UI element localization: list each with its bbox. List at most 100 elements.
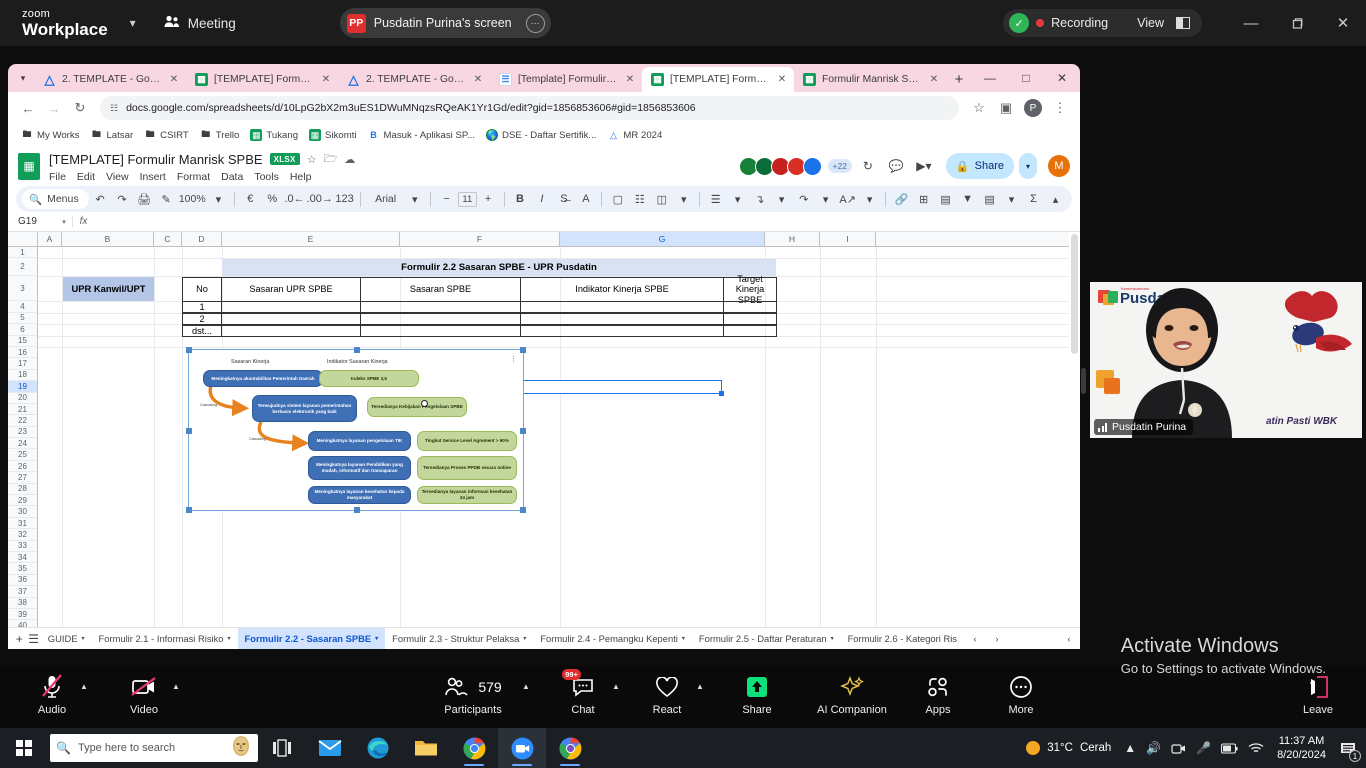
- react-options-caret[interactable]: ▲: [696, 682, 704, 691]
- bookmark-item[interactable]: ▦ Sikomti: [304, 126, 361, 145]
- row-header[interactable]: 35: [8, 563, 37, 575]
- file-explorer-icon[interactable]: [402, 728, 450, 768]
- table-cell-sasaran-upr[interactable]: [221, 325, 361, 337]
- search-menus-button[interactable]: 🔍 Menus: [22, 189, 89, 209]
- mail-icon[interactable]: [306, 728, 354, 768]
- video-control[interactable]: Video: [108, 672, 180, 716]
- chevron-down-icon[interactable]: ▾: [682, 635, 685, 642]
- row-header[interactable]: 3: [8, 276, 37, 302]
- battery-icon[interactable]: [1216, 728, 1243, 768]
- move-folder-icon[interactable]: 🗁: [324, 150, 338, 169]
- increase-font-size-button[interactable]: +: [478, 188, 499, 210]
- apps-control[interactable]: Apps: [902, 672, 974, 716]
- fill-color-icon[interactable]: ▢: [607, 188, 628, 210]
- bookmark-star-icon[interactable]: ☆: [967, 96, 991, 120]
- browser-tab-3[interactable]: △ 2. TEMPLATE - Google Drive ✕: [338, 67, 490, 92]
- column-header-F[interactable]: F: [400, 232, 560, 246]
- row-header[interactable]: 24: [8, 438, 37, 450]
- table-cell-indikator[interactable]: [520, 325, 724, 337]
- close-icon[interactable]: ✕: [320, 74, 332, 85]
- sheet-tab-formulir-2-4[interactable]: Formulir 2.4 - Pemangku Kepenti ▾: [533, 628, 692, 650]
- column-header-C[interactable]: C: [154, 232, 182, 246]
- chrome-menu-icon[interactable]: ⋮: [1048, 96, 1072, 120]
- table-header-no[interactable]: No: [182, 277, 222, 302]
- select-all-corner[interactable]: [8, 232, 38, 246]
- document-title[interactable]: [TEMPLATE] Formulir Manrisk SPBE: [49, 152, 263, 167]
- row-header[interactable]: 34: [8, 552, 37, 564]
- sheet-tab-formulir-2-3[interactable]: Formulir 2.3 - Struktur Pelaksa ▾: [385, 628, 533, 650]
- table-cell-sasaran-spbe[interactable]: [360, 313, 521, 325]
- reload-button[interactable]: ↻: [68, 96, 92, 120]
- menu-format[interactable]: Format: [177, 171, 210, 183]
- side-panel-drag-handle[interactable]: [1081, 368, 1086, 394]
- zoom-caret-icon[interactable]: ▾: [208, 188, 229, 210]
- table-cell-sasaran-spbe[interactable]: [360, 325, 521, 337]
- taskbar-clock[interactable]: 11:37 AM 8/20/2024: [1269, 734, 1334, 763]
- table-header-sasaran-upr[interactable]: Sasaran UPR SPBE: [221, 277, 361, 302]
- decrease-font-size-button[interactable]: −: [436, 188, 457, 210]
- menu-help[interactable]: Help: [290, 171, 312, 183]
- ai-companion-control[interactable]: AI Companion: [816, 672, 888, 716]
- meeting-tab[interactable]: Meeting: [164, 15, 236, 31]
- leave-control[interactable]: Leave: [1282, 672, 1354, 716]
- text-wrap-icon[interactable]: ↷: [793, 188, 814, 210]
- cortana-icon[interactable]: [230, 735, 252, 762]
- number-format-icon[interactable]: 123: [334, 188, 355, 210]
- insert-link-icon[interactable]: 🔗: [891, 188, 912, 210]
- weather-widget[interactable]: 31°C Cerah: [1018, 741, 1119, 755]
- row-header[interactable]: 39: [8, 609, 37, 621]
- react-control[interactable]: React: [631, 672, 703, 716]
- chevron-down-icon[interactable]: ▾: [130, 16, 136, 30]
- menu-insert[interactable]: Insert: [140, 171, 166, 183]
- table-cell-sasaran-spbe[interactable]: [360, 301, 521, 313]
- table-cell-sasaran-upr[interactable]: [221, 313, 361, 325]
- close-icon[interactable]: ✕: [928, 74, 940, 85]
- column-header-H[interactable]: H: [765, 232, 820, 246]
- comments-icon[interactable]: 💬: [884, 154, 908, 178]
- form-title-cell[interactable]: Formulir 2.2 Sasaran SPBE - UPR Pusdatin: [222, 259, 776, 276]
- increase-decimal-icon[interactable]: .00→: [306, 188, 333, 210]
- collaborator-avatars[interactable]: [738, 156, 822, 176]
- fill-handle[interactable]: [719, 391, 724, 396]
- browser-tab-1[interactable]: △ 2. TEMPLATE - Google Drive ✕: [34, 67, 186, 92]
- share-screen-control[interactable]: Share: [721, 672, 793, 716]
- video-options-caret[interactable]: ▲: [172, 682, 180, 691]
- table-header-sasaran-spbe[interactable]: Sasaran SPBE: [360, 277, 521, 302]
- browser-tab-4[interactable]: ☰ [Template] Formulir 1.0 - Paket ✕: [490, 67, 642, 92]
- task-view-icon[interactable]: [258, 728, 306, 768]
- meet-camera-icon[interactable]: ▶▾: [912, 154, 936, 178]
- bookmark-item[interactable]: ▦ Tukang: [245, 126, 303, 145]
- print-icon[interactable]: 🖨: [134, 188, 155, 210]
- halign-caret-icon[interactable]: ▾: [727, 188, 748, 210]
- paint-format-icon[interactable]: ✎: [156, 188, 177, 210]
- row-header[interactable]: 25: [8, 449, 37, 461]
- row-header[interactable]: 20: [8, 393, 37, 404]
- namebox-caret-icon[interactable]: ▾: [56, 218, 72, 226]
- profile-avatar[interactable]: P: [1021, 96, 1045, 120]
- row-header[interactable]: 29: [8, 495, 37, 507]
- share-dropdown-caret[interactable]: ▾: [1018, 153, 1037, 179]
- volume-icon[interactable]: 🔊: [1141, 728, 1166, 768]
- vertical-scrollbar[interactable]: [1069, 232, 1080, 618]
- view-label[interactable]: View: [1137, 16, 1164, 30]
- row-header[interactable]: 30: [8, 506, 37, 518]
- explore-collapse-icon[interactable]: ‹: [1058, 628, 1080, 650]
- address-bar[interactable]: ☷ docs.google.com/spreadsheets/d/10LpG2b…: [100, 96, 959, 120]
- bookmark-item[interactable]: 🖿 My Works: [16, 126, 84, 145]
- chevron-down-icon[interactable]: ▾: [228, 635, 231, 642]
- table-cell-target[interactable]: [723, 301, 777, 313]
- font-family-selector[interactable]: Arial: [366, 188, 403, 210]
- new-tab-button[interactable]: +: [946, 66, 972, 92]
- all-sheets-button[interactable]: ☰: [26, 628, 40, 650]
- table-cell-no[interactable]: dst...: [182, 325, 222, 337]
- chevron-down-icon[interactable]: ▾: [831, 635, 834, 642]
- row-header[interactable]: 31: [8, 518, 37, 530]
- wrap-caret-icon[interactable]: ▾: [815, 188, 836, 210]
- row-header[interactable]: 38: [8, 598, 37, 609]
- collapse-toolbar-icon[interactable]: ▴: [1045, 188, 1066, 210]
- text-color-icon[interactable]: A: [575, 188, 596, 210]
- back-button[interactable]: ←: [16, 96, 40, 120]
- borders-icon[interactable]: ☷: [629, 188, 650, 210]
- more-control[interactable]: More: [985, 672, 1057, 716]
- participants-options-caret[interactable]: ▲: [522, 682, 530, 691]
